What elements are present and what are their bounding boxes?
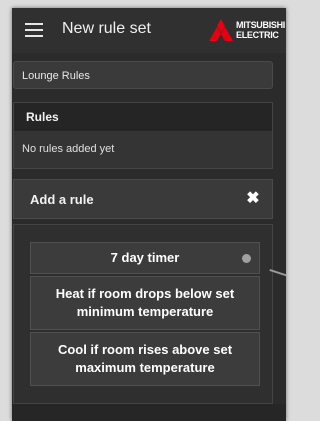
rules-panel: Rules No rules added yet — [13, 102, 273, 169]
option-label: Heat if room drops below set minimum tem… — [55, 286, 235, 319]
option-label: Cool if room rises above set maximum tem… — [57, 342, 233, 375]
bottom-strip — [12, 404, 286, 421]
app-window: New rule set MITSUBISHI ELECTRIC Lounge … — [12, 8, 286, 421]
brand-logo: MITSUBISHI ELECTRIC — [208, 19, 286, 41]
brand-wordmark: MITSUBISHI ELECTRIC — [236, 20, 285, 40]
pointer-dot-icon — [242, 254, 251, 263]
mitsubishi-diamonds-icon — [209, 19, 233, 41]
brand-line-2: ELECTRIC — [236, 30, 279, 40]
option-label: 7 day timer — [110, 250, 180, 265]
app-header: New rule set MITSUBISHI ELECTRIC — [12, 8, 286, 53]
rules-empty-text: No rules added yet — [22, 143, 115, 155]
brand-line-1: MITSUBISHI — [236, 20, 286, 30]
option-cool-max-temp[interactable]: Cool if room rises above set maximum tem… — [30, 332, 260, 386]
rules-header: Rules — [14, 103, 272, 131]
ruleset-name-field[interactable]: Lounge Rules — [13, 61, 273, 89]
add-rule-options: 7 day timer Heat if room drops below set… — [13, 224, 273, 404]
page-title: New rule set — [62, 20, 151, 37]
option-heat-min-temp[interactable]: Heat if room drops below set minimum tem… — [30, 276, 260, 330]
close-icon[interactable]: ✖ — [244, 190, 262, 208]
add-rule-header[interactable]: Add a rule ✖ — [13, 179, 273, 219]
hamburger-menu-icon[interactable] — [25, 23, 43, 37]
add-rule-title: Add a rule — [30, 192, 94, 207]
option-7-day-timer[interactable]: 7 day timer — [30, 242, 260, 274]
